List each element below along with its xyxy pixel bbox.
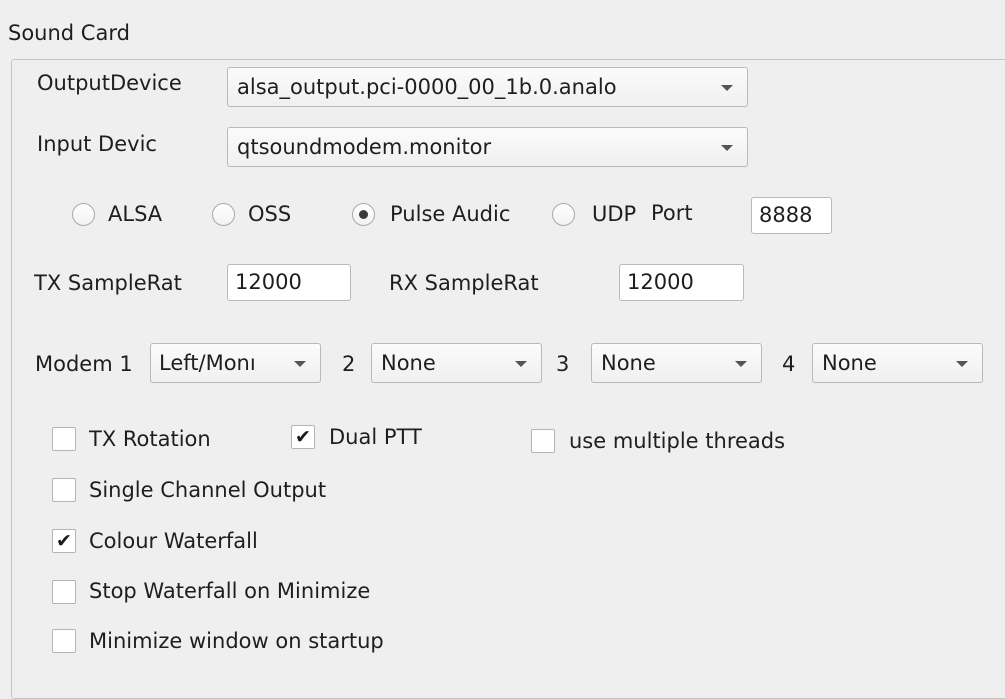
multi-threads-checkbox[interactable] <box>531 429 555 453</box>
colour-waterfall-label[interactable]: Colour Waterfall <box>89 526 349 556</box>
input-device-label: Input Devic <box>37 132 157 156</box>
dual-ptt-checkbox[interactable]: ✔ <box>291 425 315 449</box>
radio-alsa-label[interactable]: ALSA <box>108 199 188 229</box>
dual-ptt-label[interactable]: Dual PTT <box>329 422 479 452</box>
chevron-down-icon <box>515 361 527 367</box>
modem-2-combo[interactable]: None <box>371 343 542 383</box>
input-device-value: qtsoundmodem.monitor <box>237 135 492 159</box>
output-device-label: OutputDevice <box>37 71 182 95</box>
modem-3-label: 3 <box>556 352 570 376</box>
tx-rotation-label[interactable]: TX Rotation <box>89 424 269 454</box>
colour-waterfall-checkbox[interactable]: ✔ <box>52 529 76 553</box>
stop-waterfall-checkbox[interactable] <box>52 580 76 604</box>
modem-4-combo[interactable]: None <box>812 343 983 383</box>
radio-oss-label[interactable]: OSS <box>248 199 318 229</box>
chevron-down-icon <box>721 85 733 91</box>
modem-4-value: None <box>822 351 877 375</box>
chevron-down-icon <box>721 145 733 151</box>
radio-pulse-audio[interactable] <box>352 203 375 226</box>
chevron-down-icon <box>735 361 747 367</box>
minimize-startup-checkbox[interactable] <box>52 629 76 653</box>
port-label: Port <box>651 201 693 225</box>
rx-samplerate-label: RX SampleRat <box>389 271 539 295</box>
tx-samplerate-input[interactable]: 12000 <box>227 264 351 301</box>
tx-samplerate-label: TX SampleRat <box>34 271 182 295</box>
radio-udp[interactable] <box>552 203 575 226</box>
modem-2-value: None <box>381 351 436 375</box>
stop-waterfall-label[interactable]: Stop Waterfall on Minimize <box>89 576 469 606</box>
rx-samplerate-input[interactable]: 12000 <box>619 264 744 301</box>
modem-1-combo[interactable]: Left/Monı <box>150 343 321 383</box>
input-device-combo[interactable]: qtsoundmodem.monitor <box>227 127 748 167</box>
single-channel-checkbox[interactable] <box>52 478 76 502</box>
modem-1-value: Left/Monı <box>159 351 256 375</box>
output-device-value: alsa_output.pci-0000_00_1b.0.analo <box>237 75 617 99</box>
chevron-down-icon <box>294 361 306 367</box>
modem-3-combo[interactable]: None <box>591 343 762 383</box>
modem-2-label: 2 <box>342 352 356 376</box>
single-channel-label[interactable]: Single Channel Output <box>89 475 419 505</box>
chevron-down-icon <box>956 361 968 367</box>
minimize-startup-label[interactable]: Minimize window on startup <box>89 626 489 656</box>
modem-3-value: None <box>601 351 656 375</box>
modem-4-label: 4 <box>782 352 796 376</box>
radio-pulse-audio-label[interactable]: Pulse Audic <box>390 199 546 229</box>
radio-alsa[interactable] <box>72 203 95 226</box>
tx-rotation-checkbox[interactable] <box>52 427 76 451</box>
port-input[interactable]: 8888 <box>751 197 832 234</box>
radio-dot <box>359 210 368 219</box>
multi-threads-label[interactable]: use multiple threads <box>569 426 869 456</box>
modem-1-label: Modem 1 <box>35 352 133 376</box>
check-icon: ✔ <box>295 426 311 448</box>
output-device-combo[interactable]: alsa_output.pci-0000_00_1b.0.analo <box>227 67 748 107</box>
check-icon: ✔ <box>56 530 72 552</box>
radio-udp-label[interactable]: UDP <box>592 199 652 229</box>
radio-oss[interactable] <box>212 203 235 226</box>
group-title: Sound Card <box>8 21 130 45</box>
